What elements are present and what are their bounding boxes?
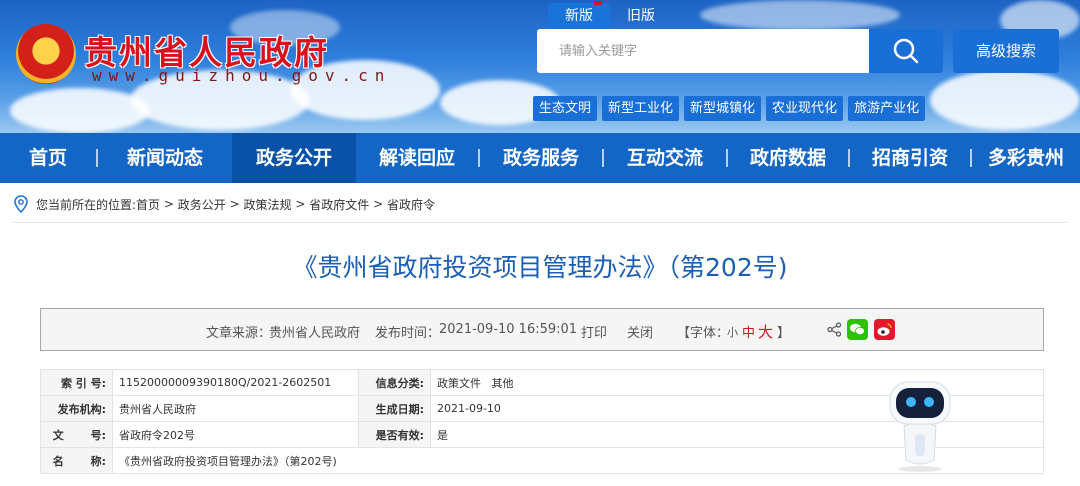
font-size-label: 【字体：	[677, 326, 730, 341]
breadcrumb-separator: >	[295, 197, 306, 211]
header-banner: 贵州省人民政府 www.guizhou.gov.cn 新版 旧版 高级搜索 生态…	[0, 0, 1080, 133]
meta-key: 生成日期:	[358, 395, 431, 422]
nav-item-home[interactable]: 首页	[0, 133, 96, 183]
wechat-share-icon[interactable]	[847, 319, 868, 340]
meta-key: 发布机构:	[40, 395, 113, 422]
nav-item-news[interactable]: 新闻动态	[98, 133, 232, 183]
close-button[interactable]: 关闭	[627, 322, 653, 341]
advanced-search-button[interactable]: 高级搜索	[953, 29, 1059, 73]
topic-tag[interactable]: 生态文明	[533, 96, 598, 121]
tab-new-version[interactable]: 新版	[548, 1, 610, 29]
breadcrumb-separator: >	[163, 197, 174, 211]
topic-tag[interactable]: 旅游产业化	[848, 96, 926, 121]
robot-assistant-icon[interactable]	[884, 378, 956, 473]
main-nav: 首页 新闻动态 政务公开 解读回应 政务服务 互动交流 政府数据 招商引资 多彩…	[0, 133, 1080, 183]
cloud-decoration	[930, 70, 1080, 130]
print-button[interactable]: 打印	[581, 322, 607, 341]
search-button[interactable]	[869, 29, 943, 73]
breadcrumb-item[interactable]: 政策法规	[244, 196, 292, 213]
breadcrumb-separator: >	[373, 197, 384, 211]
topic-tags: 生态文明 新型工业化 新型城镇化 农业现代化 旅游产业化	[533, 96, 926, 121]
meta-key: 索 引 号:	[40, 369, 113, 396]
nav-item-investment[interactable]: 招商引资	[850, 133, 970, 183]
nav-item-interpretation[interactable]: 解读回应	[356, 133, 478, 183]
nav-item-gov-data[interactable]: 政府数据	[728, 133, 848, 183]
meta-key: 文 号:	[40, 421, 113, 448]
site-url: www.guizhou.gov.cn	[92, 66, 392, 85]
national-emblem-icon	[16, 24, 76, 84]
version-tabs: 新版 旧版	[548, 1, 672, 29]
breadcrumb: 您当前所在的位置: 首页 > 政务公开 > 政策法规 > 省政府文件 > 省政府…	[14, 195, 435, 213]
nav-item-gov-affairs[interactable]: 政务公开	[232, 133, 356, 183]
article-source: 贵州省人民政府	[269, 326, 361, 341]
breadcrumb-item[interactable]: 省政府令	[387, 196, 435, 213]
nav-item-colorful-guizhou[interactable]: 多彩贵州	[972, 133, 1080, 183]
tab-old-version[interactable]: 旧版	[610, 3, 672, 29]
font-size-small[interactable]: 小	[727, 324, 738, 340]
topic-tag[interactable]: 新型工业化	[602, 96, 680, 121]
breadcrumb-item[interactable]: 政务公开	[178, 196, 226, 213]
breadcrumb-item[interactable]: 省政府文件	[309, 196, 369, 213]
source-label: 文章来源：	[206, 326, 272, 341]
meta-value: 11520000009390180Q/2021-2602501	[112, 369, 359, 396]
meta-key: 是否有效:	[358, 421, 431, 448]
article-info-bar: 文章来源： 贵州省人民政府 发布时间： 2021-09-10 16:59:01 …	[40, 308, 1044, 351]
cloud-decoration	[10, 88, 150, 133]
location-pin-icon	[14, 195, 28, 213]
cloud-decoration	[700, 0, 900, 30]
breadcrumb-separator: >	[229, 197, 240, 211]
nav-item-interaction[interactable]: 互动交流	[604, 133, 726, 183]
font-size-end: 】	[777, 326, 791, 341]
font-size-medium[interactable]: 中	[742, 322, 755, 341]
meta-key: 名 称:	[40, 447, 113, 474]
weibo-share-icon[interactable]	[874, 319, 895, 340]
search-icon	[893, 38, 919, 64]
article-title: 《贵州省政府投资项目管理办法》（第202号)	[292, 253, 788, 282]
search-input[interactable]	[537, 29, 869, 73]
search-box	[537, 29, 869, 73]
share-icon[interactable]	[827, 322, 842, 337]
font-size-large[interactable]: 大	[758, 321, 773, 342]
meta-value: 省政府令202号	[112, 421, 359, 448]
meta-value: 贵州省人民政府	[112, 395, 359, 422]
breadcrumb-item[interactable]: 首页	[136, 196, 160, 213]
meta-key: 信息分类:	[358, 369, 431, 396]
topic-tag[interactable]: 新型城镇化	[684, 96, 762, 121]
publish-time: 2021-09-10 16:59:01	[439, 322, 578, 337]
breadcrumb-prefix: 您当前所在的位置:	[36, 197, 137, 212]
publish-label: 发布时间：	[375, 326, 441, 341]
nav-item-services[interactable]: 政务服务	[480, 133, 602, 183]
topic-tag[interactable]: 农业现代化	[766, 96, 844, 121]
divider	[13, 222, 1067, 223]
